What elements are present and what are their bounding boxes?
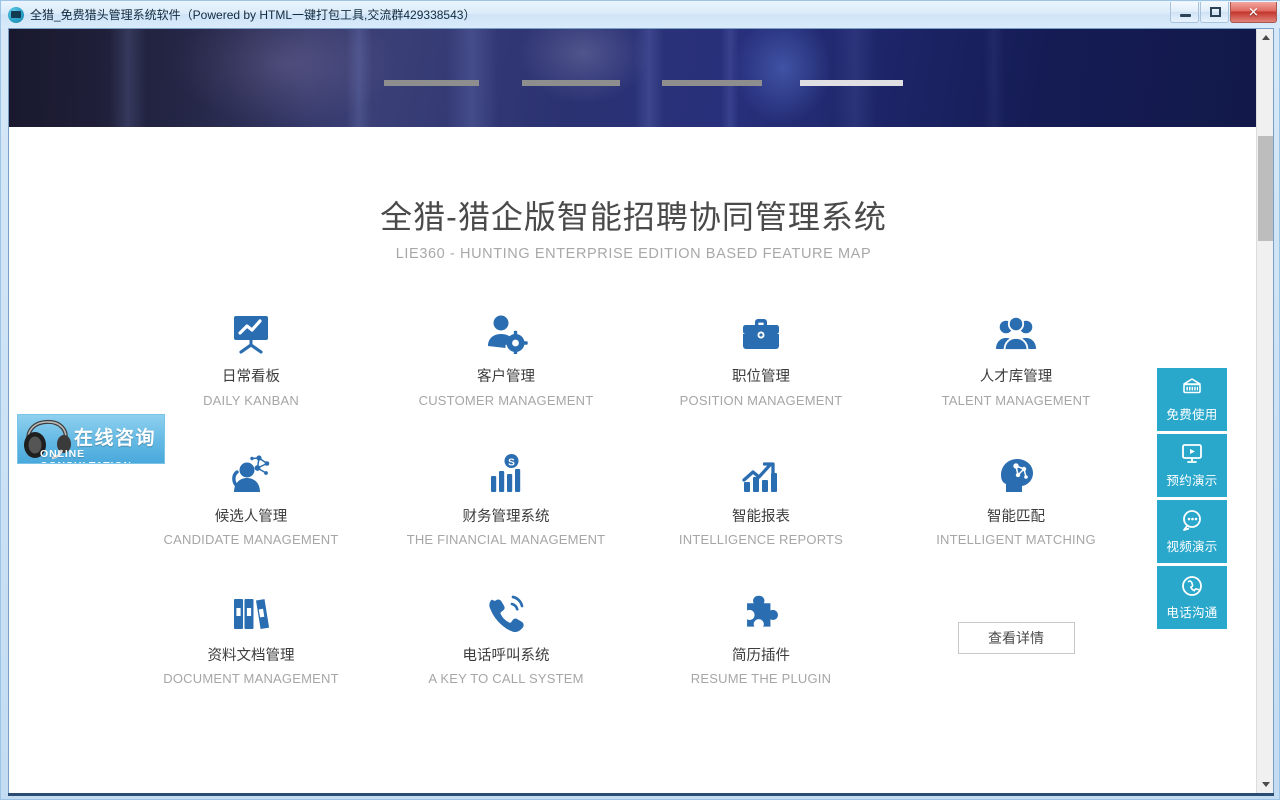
app-logo-icon [8, 6, 24, 23]
banner-shade [9, 29, 309, 127]
feature-item[interactable]: 人才库管理 TALENT MANAGEMENT [889, 306, 1144, 408]
feature-label-en: INTELLIGENCE REPORTS [678, 531, 844, 547]
feature-item[interactable]: S 财务管理系统 THE FINANCIAL MANAGEMENT [379, 446, 634, 547]
feature-label-cn: 资料文档管理 [207, 647, 295, 664]
feature-item[interactable]: 简历插件 RESUME THE PLUGIN [634, 585, 889, 686]
minimize-button[interactable] [1170, 2, 1199, 23]
feature-label-en: TALENT MANAGEMENT [941, 392, 1091, 408]
minimize-icon [1180, 14, 1191, 17]
banner-streak [983, 29, 1006, 127]
page-viewport: 全猎-猎企版智能招聘协同管理系统 LIE360 - HUNTING ENTERP… [9, 29, 1258, 793]
window-title: 全猎_免费猎头管理系统软件（Powered by HTML一键打包工具,交流群4… [30, 8, 476, 22]
banner-streak [446, 29, 499, 127]
feature-item[interactable]: 智能报表 INTELLIGENCE REPORTS [634, 446, 889, 547]
banner-streak [633, 29, 664, 127]
feature-label-cn: 人才库管理 [979, 369, 1053, 386]
feature-item[interactable]: 客户管理 CUSTOMER MANAGEMENT [379, 306, 634, 408]
user-gear-icon [379, 312, 634, 355]
feature-label-en: POSITION MANAGEMENT [679, 392, 843, 408]
maximize-icon [1210, 7, 1221, 17]
scroll-down-arrow-icon[interactable] [1257, 776, 1273, 793]
feature-label-cn: 智能报表 [732, 508, 790, 525]
banner-nav-item[interactable] [522, 80, 620, 86]
feature-item[interactable]: 日常看板 DAILY KANBAN [124, 306, 379, 408]
hero-banner [9, 29, 1258, 127]
headset-chat-icon [1180, 509, 1204, 531]
feature-label-en: DAILY KANBAN [203, 392, 299, 408]
monitor-play-icon [1180, 443, 1204, 465]
feature-label-en: DOCUMENT MANAGEMENT [163, 670, 339, 686]
growth-chart-icon [634, 452, 889, 494]
presentation-chart-icon [124, 312, 379, 354]
feature-label-en: THE FINANCIAL MANAGEMENT [406, 531, 606, 547]
feature-label-cn: 电话呼叫系统 [462, 647, 550, 664]
window-controls: ✕ [1170, 2, 1277, 23]
detail-button-cell: 查看详情 [889, 585, 1144, 686]
online-consultation-widget[interactable]: 在线咨询 ONLINE CONSULTATION [17, 414, 165, 464]
feature-label-cn: 智能匹配 [987, 508, 1045, 525]
cta-monitor-play[interactable]: 预约演示 [1157, 434, 1227, 497]
banner-nav-item[interactable] [384, 80, 479, 86]
consultation-label-en: ONLINE CONSULTATION [40, 448, 131, 463]
application-window: 全猎_免费猎头管理系统软件（Powered by HTML一键打包工具,交流群4… [0, 0, 1280, 800]
close-icon: ✕ [1248, 4, 1259, 20]
feature-label-cn: 日常看板 [222, 369, 280, 386]
feature-item[interactable]: 职位管理 POSITION MANAGEMENT [634, 306, 889, 408]
phone-waves-icon [379, 591, 634, 633]
banner-streak [346, 29, 373, 127]
page-heading: 全猎-猎企版智能招聘协同管理系统 LIE360 - HUNTING ENTERP… [9, 127, 1258, 262]
browser-content-host: 全猎-猎企版智能招聘协同管理系统 LIE360 - HUNTING ENTERP… [8, 28, 1274, 794]
cta-rail: 免费使用预约演示视频演示电话沟通 [1157, 368, 1227, 629]
feature-label-cn: 客户管理 [477, 369, 535, 386]
feature-label-en: A KEY TO CALL SYSTEM [428, 670, 584, 686]
banner-streak [833, 29, 878, 127]
dollar-bars-icon: S [379, 452, 634, 494]
page-subtitle: LIE360 - HUNTING ENTERPRISE EDITION BASE… [395, 246, 872, 263]
cta-label: 免费使用 [1166, 407, 1218, 422]
vertical-scrollbar[interactable] [1256, 29, 1273, 793]
feature-item[interactable]: 智能匹配 INTELLIGENT MATCHING [889, 446, 1144, 547]
briefcase-icon [634, 312, 889, 354]
feature-label-en: INTELLIGENT MATCHING [936, 531, 1096, 547]
title-bar: 全猎_免费猎头管理系统软件（Powered by HTML一键打包工具,交流群4… [1, 1, 1280, 28]
feature-label-cn: 候选人管理 [214, 508, 288, 525]
feature-item[interactable]: 资料文档管理 DOCUMENT MANAGEMENT [124, 585, 379, 686]
cta-phone-handset[interactable]: 电话沟通 [1157, 566, 1227, 629]
feature-label-cn: 简历插件 [732, 647, 790, 664]
page-title: 全猎-猎企版智能招聘协同管理系统 [380, 199, 887, 235]
view-detail-button[interactable]: 查看详情 [957, 622, 1075, 655]
user-group-icon [889, 312, 1144, 354]
feature-label-cn: 职位管理 [732, 369, 790, 386]
phone-handset-icon [1180, 575, 1204, 597]
feature-label-en: CANDIDATE MANAGEMENT [163, 531, 339, 547]
cta-headset-chat[interactable]: 视频演示 [1157, 500, 1227, 563]
binders-icon [124, 591, 379, 633]
brain-head-icon [889, 452, 1144, 494]
cta-label: 预约演示 [1166, 473, 1218, 488]
cta-label: 视频演示 [1166, 539, 1218, 554]
close-button[interactable]: ✕ [1230, 2, 1277, 23]
scrollbar-thumb[interactable] [1258, 136, 1273, 241]
feature-label-cn: 财务管理系统 [462, 508, 550, 525]
cta-label: 电话沟通 [1166, 605, 1218, 620]
feature-label-en: RESUME THE PLUGIN [690, 670, 832, 686]
banner-streak [108, 29, 147, 127]
consultation-label-cn: 在线咨询 [74, 428, 157, 449]
svg-text:S: S [508, 457, 515, 468]
feature-grid: 日常看板 DAILY KANBAN 客户管理 CUSTOMER MANAGEMENT 职… [9, 306, 1258, 686]
banner-nav-item[interactable] [800, 80, 903, 86]
page-body: 全猎-猎企版智能招聘协同管理系统 LIE360 - HUNTING ENTERP… [9, 127, 1258, 686]
cta-free-tag[interactable]: 免费使用 [1157, 368, 1227, 431]
feature-item[interactable]: 电话呼叫系统 A KEY TO CALL SYSTEM [379, 585, 634, 686]
banner-streak [720, 29, 739, 127]
puzzle-piece-icon [634, 591, 889, 633]
window-bottom-edge [8, 793, 1274, 796]
banner-nav-item[interactable] [662, 80, 762, 86]
free-tag-icon [1180, 377, 1204, 399]
scroll-up-arrow-icon[interactable] [1257, 29, 1273, 46]
feature-label-en: CUSTOMER MANAGEMENT [418, 392, 594, 408]
maximize-button[interactable] [1200, 2, 1229, 23]
